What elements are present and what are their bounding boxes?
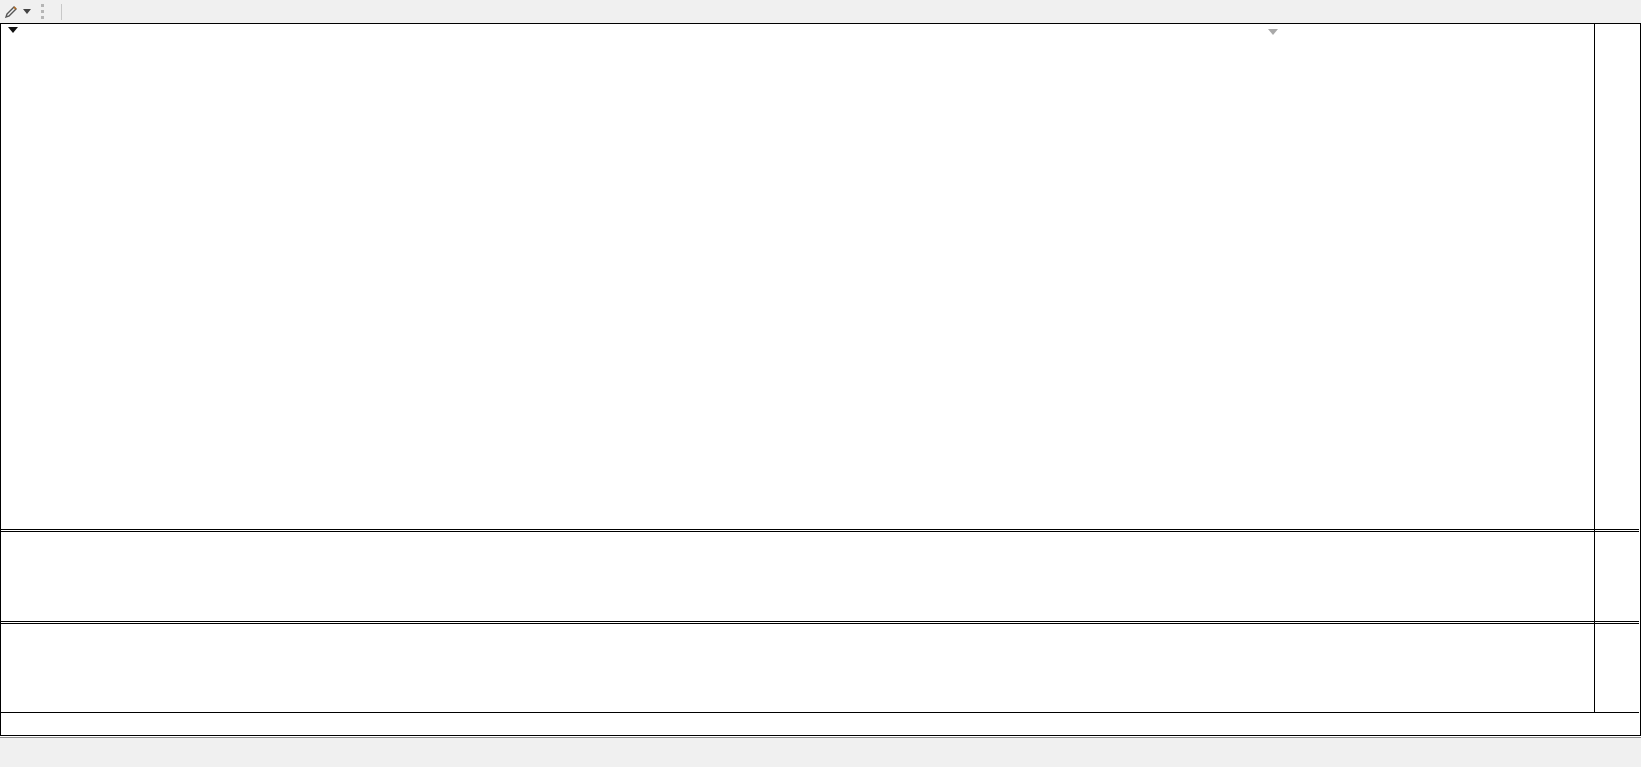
drawing-tool-icon[interactable]: [4, 4, 19, 19]
panel-separator: [1, 623, 1639, 624]
chart-window[interactable]: [0, 23, 1641, 736]
chart-title: [8, 27, 34, 33]
panel-separator: [1, 712, 1639, 713]
toolbar-grip[interactable]: [41, 4, 44, 19]
panel-separator: [1, 621, 1639, 622]
toolbar-separator: [61, 3, 62, 20]
tool-dropdown-arrow-icon[interactable]: [23, 9, 31, 14]
top-toolbar: [0, 0, 1641, 23]
chart-shift-marker: [1268, 29, 1278, 35]
chart-title-dropdown-icon[interactable]: [8, 27, 18, 33]
panel-separator: [1, 529, 1639, 530]
panel-separator: [1, 531, 1639, 532]
price-axis-line: [1594, 24, 1595, 712]
chart-tab-bar: [0, 737, 1641, 767]
